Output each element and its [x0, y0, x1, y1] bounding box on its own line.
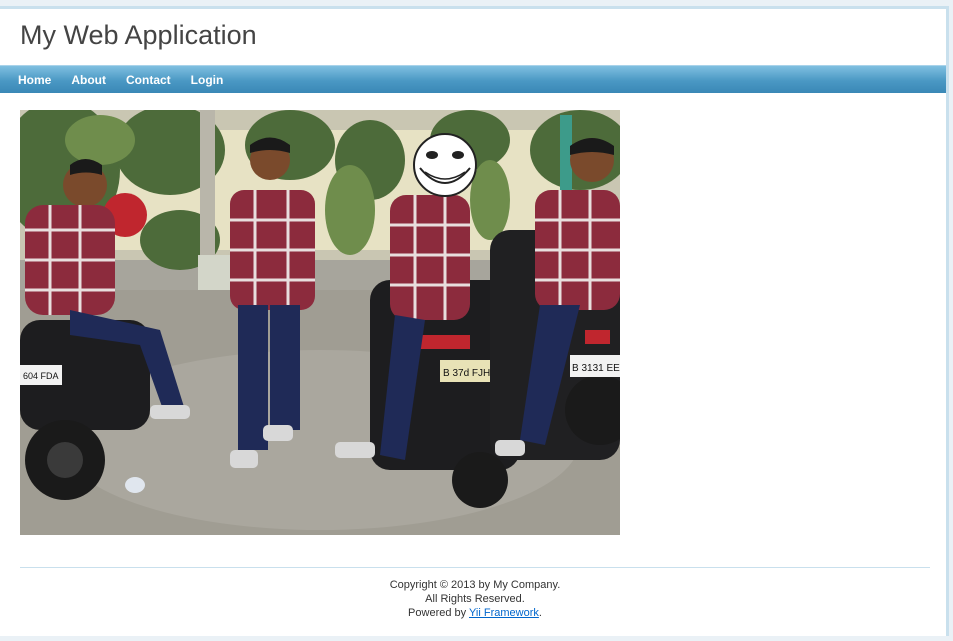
header: My Web Application	[0, 9, 946, 62]
plate-left: 604 FDA	[23, 371, 59, 381]
content-photo: 604 FDA B 37d FJH B 3131 EE	[20, 110, 620, 535]
footer-powered-prefix: Powered by	[408, 607, 469, 619]
main-menu: Home About Contact Login	[0, 65, 946, 93]
footer-copyright: Copyright © 2013 by My Company.	[389, 579, 561, 591]
menu-item-home[interactable]: Home	[8, 66, 61, 93]
yii-framework-link[interactable]: Yii Framework	[469, 607, 539, 619]
footer-rights: All Rights Reserved.	[425, 593, 525, 605]
footer: Copyright © 2013 by My Company. All Righ…	[20, 567, 930, 620]
menu-item-login[interactable]: Login	[181, 66, 234, 93]
footer-powered-suffix: .	[538, 607, 542, 619]
photo-illustration: 604 FDA B 37d FJH B 3131 EE	[20, 110, 620, 535]
footer-powered: Powered by Yii Framework.	[20, 606, 930, 620]
menu-item-about[interactable]: About	[61, 66, 116, 93]
page-container: My Web Application Home About Contact Lo…	[0, 6, 949, 636]
menu-item-contact[interactable]: Contact	[116, 66, 181, 93]
plate-center: B 37d FJH	[443, 368, 490, 379]
plate-right: B 3131 EE	[572, 363, 620, 374]
site-title: My Web Application	[20, 20, 257, 50]
